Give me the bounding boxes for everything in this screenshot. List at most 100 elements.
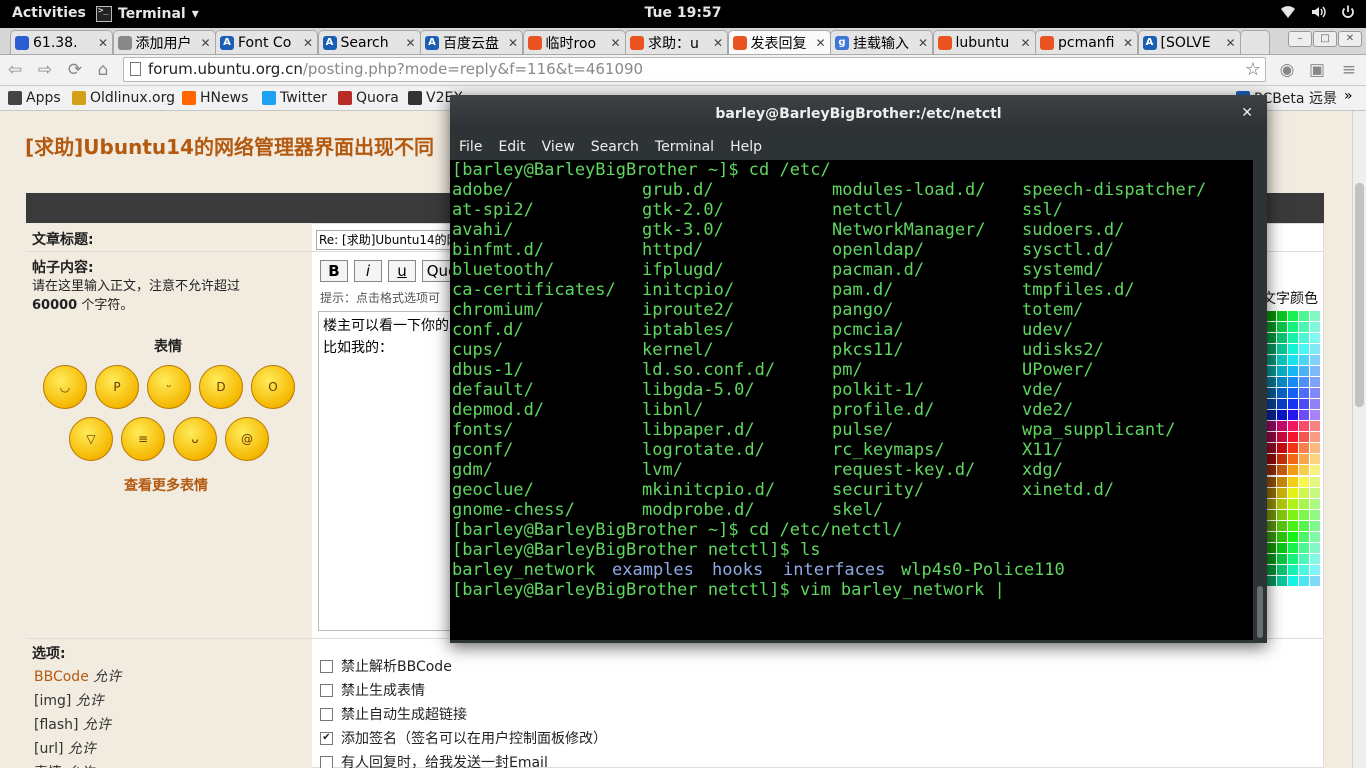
reload-icon[interactable]: ⟳ — [64, 59, 86, 81]
checkbox-box[interactable]: ✔ — [320, 731, 333, 745]
checkbox-box[interactable] — [320, 707, 333, 721]
shout-emoji[interactable]: O — [251, 365, 295, 409]
bookmark-item[interactable]: HNews — [182, 88, 248, 108]
color-swatch[interactable] — [1266, 366, 1276, 377]
italic-button[interactable]: i — [354, 260, 382, 282]
color-swatch[interactable] — [1310, 487, 1320, 498]
color-swatch[interactable] — [1277, 498, 1287, 509]
browser-tab[interactable]: g 挂载输入 ✕ — [830, 30, 933, 54]
checkbox-box[interactable] — [320, 683, 333, 697]
color-swatch[interactable] — [1288, 432, 1298, 443]
color-swatch[interactable] — [1277, 531, 1287, 542]
color-swatch[interactable] — [1288, 564, 1298, 575]
color-swatch[interactable] — [1266, 344, 1276, 355]
laugh-emoji[interactable]: D — [199, 365, 243, 409]
color-swatch[interactable] — [1299, 421, 1309, 432]
color-swatch[interactable] — [1310, 454, 1320, 465]
back-icon[interactable]: ⇦ — [4, 59, 26, 81]
color-swatch[interactable] — [1310, 432, 1320, 443]
minimize-button[interactable]: – — [1288, 31, 1312, 47]
tab-close-icon[interactable]: ✕ — [610, 36, 620, 50]
camera-extension-icon[interactable]: ▣ — [1306, 59, 1328, 81]
color-swatch[interactable] — [1288, 575, 1298, 586]
browser-tab[interactable]: pcmanfi ✕ — [1035, 30, 1138, 54]
terminal-scrollbar[interactable] — [1253, 160, 1267, 640]
color-swatch[interactable] — [1277, 443, 1287, 454]
color-swatch[interactable] — [1288, 520, 1298, 531]
color-swatch[interactable] — [1310, 498, 1320, 509]
color-swatch[interactable] — [1310, 311, 1320, 321]
option-checkbox[interactable]: 有人回复时，给我发送一封Email — [320, 752, 548, 768]
browser-tab[interactable]: A Search ✕ — [317, 30, 421, 54]
color-swatch[interactable] — [1266, 531, 1276, 542]
color-swatch[interactable] — [1266, 465, 1276, 476]
color-swatch[interactable] — [1288, 542, 1298, 553]
color-swatch[interactable] — [1277, 476, 1287, 487]
chuckle-emoji[interactable]: ᴗ — [173, 417, 217, 461]
color-swatch[interactable] — [1266, 553, 1276, 564]
forward-icon[interactable]: ⇨ — [34, 59, 56, 81]
maximize-button[interactable]: □ — [1313, 31, 1337, 47]
color-swatch[interactable] — [1277, 388, 1287, 399]
color-swatch[interactable] — [1266, 487, 1276, 498]
color-swatch[interactable] — [1299, 531, 1309, 542]
color-swatch[interactable] — [1299, 410, 1309, 421]
tab-close-icon[interactable]: ✕ — [1225, 36, 1235, 50]
tab-close-icon[interactable]: ✕ — [200, 36, 210, 50]
color-swatch[interactable] — [1288, 333, 1298, 344]
browser-tab[interactable]: A [SOLVE ✕ — [1137, 30, 1241, 54]
color-swatch[interactable] — [1288, 465, 1298, 476]
color-swatch[interactable] — [1310, 443, 1320, 454]
color-swatch[interactable] — [1299, 542, 1309, 553]
bookmark-item[interactable]: Oldlinux.org — [72, 88, 175, 108]
checkbox-box[interactable] — [320, 755, 333, 768]
option-checkbox[interactable]: 禁止生成表情 — [320, 680, 425, 700]
browser-tab[interactable]: A Font Co ✕ — [215, 30, 318, 54]
color-swatch[interactable] — [1277, 487, 1287, 498]
color-swatch[interactable] — [1299, 454, 1309, 465]
tab-close-icon[interactable]: ✕ — [508, 36, 518, 50]
color-swatch[interactable] — [1266, 564, 1276, 575]
color-swatch[interactable] — [1266, 476, 1276, 487]
color-swatch[interactable] — [1299, 575, 1309, 586]
color-swatch[interactable] — [1288, 322, 1298, 333]
menu-search[interactable]: Search — [591, 139, 639, 155]
tab-close-icon[interactable]: ✕ — [918, 36, 928, 50]
color-swatch[interactable] — [1299, 333, 1309, 344]
color-swatch[interactable] — [1288, 509, 1298, 520]
bold-button[interactable]: B — [320, 260, 348, 282]
color-swatch[interactable] — [1288, 487, 1298, 498]
color-swatch[interactable] — [1288, 388, 1298, 399]
tab-close-icon[interactable]: ✕ — [405, 36, 415, 50]
tongue-emoji[interactable]: P — [95, 365, 139, 409]
checkbox-box[interactable] — [320, 659, 333, 673]
color-swatch[interactable] — [1277, 333, 1287, 344]
option-checkbox[interactable]: ✔ 添加签名（签名可以在用户控制面板修改） — [320, 728, 607, 748]
extension-icon[interactable]: ◉ — [1276, 59, 1298, 81]
underline-button[interactable]: u — [388, 260, 416, 282]
color-swatch[interactable] — [1288, 421, 1298, 432]
bookmark-item[interactable]: Quora — [338, 88, 399, 108]
color-swatch[interactable] — [1277, 322, 1287, 333]
color-swatch[interactable] — [1266, 443, 1276, 454]
color-swatch[interactable] — [1288, 410, 1298, 421]
smirk-emoji[interactable]: ᵕ — [147, 365, 191, 409]
menu-view[interactable]: View — [542, 139, 575, 155]
grin-emoji[interactable]: ≡ — [121, 417, 165, 461]
browser-tab[interactable]: 临时roo ✕ — [522, 30, 626, 54]
menu-file[interactable]: File — [459, 139, 482, 155]
color-swatch[interactable] — [1310, 333, 1320, 344]
color-swatch[interactable] — [1277, 454, 1287, 465]
tab-close-icon[interactable]: ✕ — [1020, 36, 1030, 50]
color-swatch[interactable] — [1277, 399, 1287, 410]
color-swatch[interactable] — [1266, 410, 1276, 421]
color-swatch[interactable] — [1288, 377, 1298, 388]
color-swatch[interactable] — [1277, 344, 1287, 355]
menu-help[interactable]: Help — [730, 139, 762, 155]
terminal-output[interactable]: [barley@BarleyBigBrother ~]$ cd /etc/ ad… — [450, 160, 1253, 640]
color-swatch[interactable] — [1299, 355, 1309, 366]
option-checkbox[interactable]: 禁止自动生成超链接 — [320, 704, 467, 724]
color-swatch[interactable] — [1310, 377, 1320, 388]
color-swatch[interactable] — [1299, 399, 1309, 410]
color-swatch[interactable] — [1288, 366, 1298, 377]
